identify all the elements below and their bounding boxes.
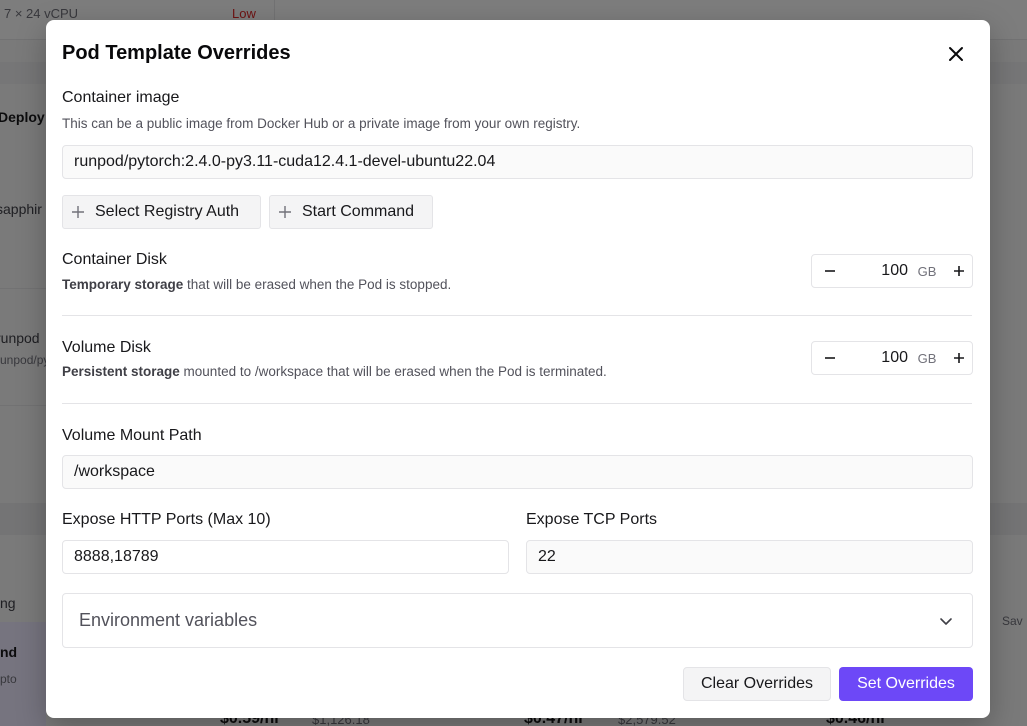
container-disk-help-bold: Temporary storage [62,277,184,292]
tcp-ports-label: Expose TCP Ports [526,511,658,528]
volume-disk-help-rest: mounted to /workspace that will be erase… [179,364,607,379]
volume-disk-decrement-button[interactable] [812,342,848,374]
set-overrides-button[interactable]: Set Overrides [839,667,973,701]
close-icon [949,47,963,61]
container-disk-label: Container Disk [62,251,167,268]
environment-variables-label: Environment variables [79,610,258,630]
divider [62,315,972,316]
start-command-label: Start Command [302,203,415,220]
volume-disk-help-bold: Persistent storage [62,364,180,379]
plus-icon [72,206,84,218]
clear-overrides-button[interactable]: Clear Overrides [683,667,831,701]
close-button[interactable] [942,40,970,68]
container-disk-help: Temporary storage that will be erased wh… [62,277,451,292]
volume-disk-unit: GB [917,350,937,366]
chevron-down-icon [940,617,952,625]
container-disk-unit: GB [917,263,937,279]
start-command-button[interactable]: Start Command [269,195,433,229]
divider [62,403,972,404]
container-disk-decrement-button[interactable] [812,255,848,287]
minus-icon [825,270,835,272]
http-ports-label: Expose HTTP Ports (Max 10) [62,511,271,528]
container-disk-increment-button[interactable] [946,255,972,287]
pod-template-overrides-dialog: Pod Template Overrides Container image T… [46,20,990,718]
environment-variables-accordion[interactable]: Environment variables [62,593,973,648]
select-registry-auth-label: Select Registry Auth [95,203,240,220]
volume-mount-path-input[interactable]: /workspace [62,455,973,489]
container-disk-value[interactable]: 100 [848,262,908,280]
volume-disk-increment-button[interactable] [946,342,972,374]
dialog-title: Pod Template Overrides [62,42,291,64]
http-ports-input[interactable]: 8888,18789 [62,540,509,574]
plus-icon [954,266,964,276]
container-image-label: Container image [62,89,180,106]
tcp-ports-input[interactable]: 22 [526,540,973,574]
container-disk-stepper: 100 GB [811,254,973,288]
volume-mount-path-label: Volume Mount Path [62,427,202,444]
volume-disk-value[interactable]: 100 [848,349,908,367]
volume-disk-label: Volume Disk [62,339,151,356]
minus-icon [825,357,835,359]
volume-disk-help: Persistent storage mounted to /workspace… [62,364,607,379]
container-image-help: This can be a public image from Docker H… [62,116,581,131]
container-image-input[interactable]: runpod/pytorch:2.4.0-py3.11-cuda12.4.1-d… [62,145,973,179]
plus-icon [954,353,964,363]
container-disk-help-rest: that will be erased when the Pod is stop… [183,277,452,292]
select-registry-auth-button[interactable]: Select Registry Auth [62,195,261,229]
plus-icon [279,206,291,218]
volume-disk-stepper: 100 GB [811,341,973,375]
